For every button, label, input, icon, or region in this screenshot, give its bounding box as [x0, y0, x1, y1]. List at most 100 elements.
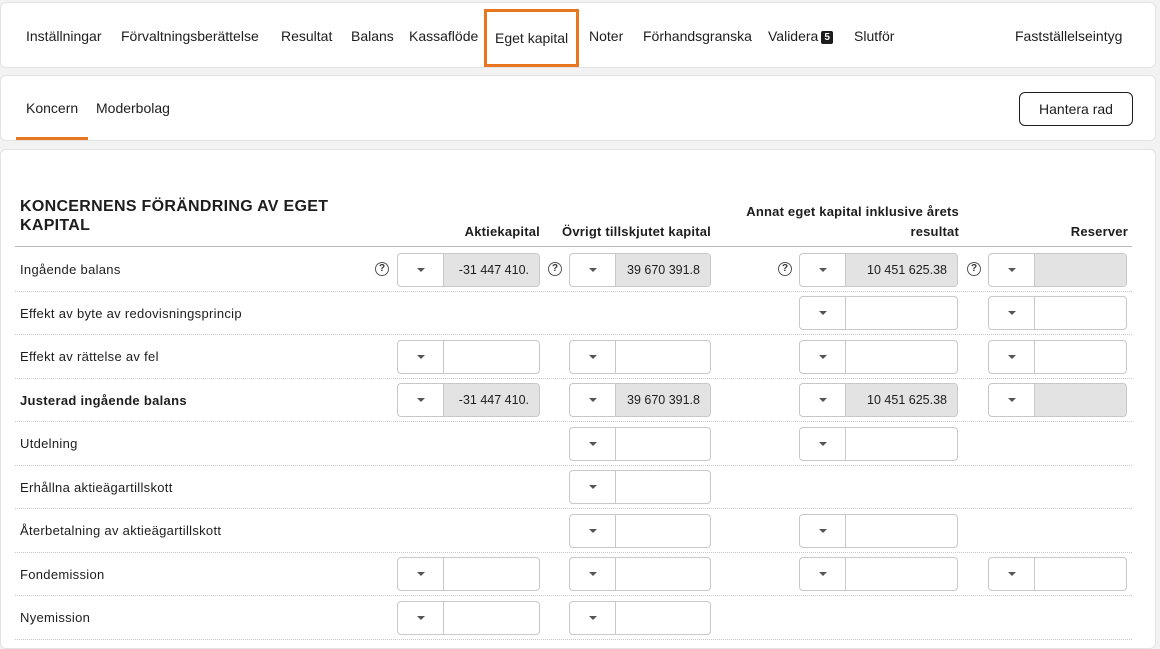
aktiekapital-field	[397, 339, 540, 374]
nav-faststallelseintyg[interactable]: Fastställelseintyg	[1015, 3, 1122, 69]
nav-kassaflode[interactable]: Kassaflöde	[409, 3, 478, 69]
aktiekapital-field: -31 447 410.	[397, 383, 540, 417]
help-icon[interactable]: ?	[548, 262, 562, 276]
aktiekapital-value: -31 447 410.	[444, 384, 539, 416]
chevron-down-icon[interactable]	[398, 558, 444, 590]
chevron-down-icon[interactable]	[398, 384, 444, 416]
chevron-down-icon[interactable]	[570, 514, 616, 547]
chevron-down-icon[interactable]	[989, 558, 1035, 590]
ovrigt-tillskjutet-value[interactable]	[616, 558, 710, 590]
chevron-down-icon[interactable]	[989, 384, 1035, 416]
reserver-value[interactable]	[1035, 297, 1126, 329]
ovrigt-tillskjutet-field	[569, 513, 711, 548]
aktiekapital-value[interactable]	[444, 558, 539, 590]
help-icon[interactable]: ?	[778, 262, 792, 276]
table-header-divider	[15, 246, 1132, 247]
chevron-down-icon[interactable]	[800, 340, 846, 373]
row-label: Fondemission	[20, 566, 105, 582]
reserver-value	[1035, 253, 1126, 286]
ovrigt-tillskjutet-value[interactable]	[616, 341, 710, 373]
table-row: Effekt av rättelse av fel	[15, 335, 1132, 379]
aktiekapital-value: -31 447 410.	[444, 253, 539, 286]
manage-rows-button[interactable]: Hantera rad	[1019, 92, 1133, 126]
chevron-down-icon[interactable]	[800, 384, 846, 416]
ovrigt-tillskjutet-value[interactable]	[616, 471, 710, 503]
chevron-down-icon[interactable]	[800, 297, 846, 329]
nav-slutfor[interactable]: Slutför	[854, 3, 894, 69]
reserver-field	[988, 557, 1127, 591]
ovrigt-tillskjutet-value[interactable]	[616, 428, 710, 460]
nav-resultat[interactable]: Resultat	[281, 3, 332, 69]
nav-eget-kapital[interactable]: Eget kapital	[484, 9, 580, 67]
annat-eget-kapital-field	[799, 296, 958, 330]
chevron-down-icon[interactable]	[570, 384, 616, 416]
annat-eget-kapital-field: 10 451 625.38	[799, 252, 958, 287]
ovrigt-tillskjutet-value: 39 670 391.8	[616, 384, 710, 416]
nav-validera[interactable]: Validera 5	[768, 3, 833, 69]
chevron-down-icon[interactable]	[570, 471, 616, 503]
reserver-field	[988, 252, 1127, 287]
row-label: Erhållna aktieägartillskott	[20, 479, 173, 495]
reserver-value[interactable]	[1035, 341, 1126, 373]
chevron-down-icon[interactable]	[800, 427, 846, 460]
annat-eget-kapital-value: 10 451 625.38	[846, 384, 957, 416]
nav-forvaltningsberattelse[interactable]: Förvaltningsberättelse	[121, 3, 259, 69]
table-row: Återbetalning av aktieägartillskott	[15, 509, 1132, 553]
table-row: Utdelning	[15, 422, 1132, 466]
aktiekapital-value[interactable]	[444, 602, 539, 634]
chevron-down-icon[interactable]	[989, 340, 1035, 373]
annat-eget-kapital-value[interactable]	[846, 341, 957, 373]
top-navigation: Inställningar Förvaltningsberättelse Res…	[0, 2, 1156, 68]
annat-eget-kapital-value[interactable]	[846, 428, 957, 460]
row-label: Justerad ingående balans	[20, 392, 187, 408]
help-icon[interactable]: ?	[967, 262, 981, 276]
chevron-down-icon[interactable]	[989, 253, 1035, 286]
row-label: Effekt av rättelse av fel	[20, 349, 159, 364]
nav-forhandsgranska[interactable]: Förhandsgranska	[643, 3, 752, 69]
ovrigt-tillskjutet-value[interactable]	[616, 515, 710, 547]
chevron-down-icon[interactable]	[398, 253, 444, 286]
row-label: Nyemission	[20, 610, 91, 625]
ovrigt-tillskjutet-value: 39 670 391.8	[616, 253, 710, 286]
chevron-down-icon[interactable]	[570, 427, 616, 460]
reserver-field	[988, 339, 1127, 374]
annat-eget-kapital-field	[799, 513, 958, 548]
reserver-value[interactable]	[1035, 558, 1126, 590]
help-icon[interactable]: ?	[375, 262, 389, 276]
column-header-annat-eget-kapital: Annat eget kapital inklusive årets resul…	[746, 204, 959, 239]
nav-installningar[interactable]: Inställningar	[26, 3, 102, 69]
sub-navigation: Koncern Moderbolag Hantera rad	[0, 75, 1156, 141]
nav-validera-label: Validera	[768, 28, 819, 44]
aktiekapital-value[interactable]	[444, 341, 539, 373]
row-label: Ingående balans	[20, 262, 121, 277]
table-row: Fondemission	[15, 553, 1132, 596]
annat-eget-kapital-value[interactable]	[846, 297, 957, 329]
chevron-down-icon[interactable]	[800, 253, 846, 286]
column-header-reserver: Reserver	[1070, 224, 1128, 239]
annat-eget-kapital-field: 10 451 625.38	[799, 383, 958, 417]
ovrigt-tillskjutet-value[interactable]	[616, 602, 710, 634]
chevron-down-icon[interactable]	[989, 297, 1035, 329]
table-row: Effekt av byte av redovisningsprincip	[15, 292, 1132, 335]
chevron-down-icon[interactable]	[800, 558, 846, 590]
chevron-down-icon[interactable]	[570, 601, 616, 634]
annat-eget-kapital-field	[799, 339, 958, 374]
annat-eget-kapital-value[interactable]	[846, 515, 957, 547]
nav-noter[interactable]: Noter	[589, 3, 623, 69]
tab-moderbolag[interactable]: Moderbolag	[96, 76, 170, 140]
row-label: Återbetalning av aktieägartillskott	[20, 523, 222, 538]
column-header-ovrigt-tillskjutet-kapital: Övrigt tillskjutet kapital	[562, 224, 711, 239]
row-label: Utdelning	[20, 436, 78, 451]
nav-balans[interactable]: Balans	[351, 3, 394, 69]
validation-count-badge: 5	[821, 31, 833, 44]
chevron-down-icon[interactable]	[570, 253, 616, 286]
chevron-down-icon[interactable]	[570, 558, 616, 590]
chevron-down-icon[interactable]	[800, 514, 846, 547]
table-title: KONCERNENS FÖRÄNDRING AV EGET KAPITAL	[20, 198, 329, 234]
chevron-down-icon[interactable]	[398, 340, 444, 373]
annat-eget-kapital-value[interactable]	[846, 558, 957, 590]
tab-koncern[interactable]: Koncern	[16, 76, 89, 140]
chevron-down-icon[interactable]	[570, 340, 616, 373]
ovrigt-tillskjutet-field	[569, 426, 711, 461]
chevron-down-icon[interactable]	[398, 601, 444, 634]
